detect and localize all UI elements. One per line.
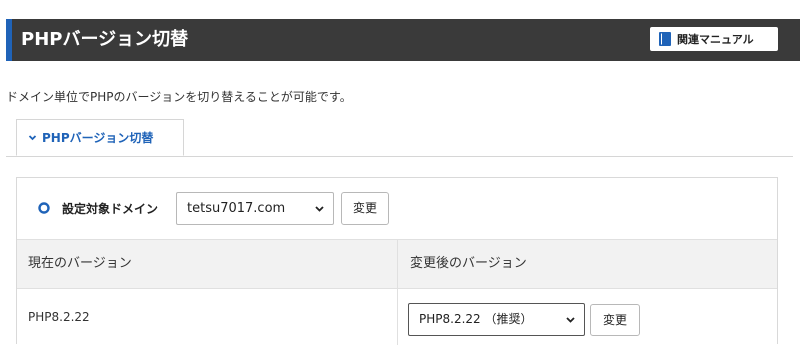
current-version-header: 現在のバージョン [28, 256, 132, 271]
related-manual-label: 関連マニュアル [677, 33, 754, 46]
chevron-down-icon [315, 206, 324, 212]
chevron-down-icon [566, 317, 575, 323]
current-version-value: PHP8.2.22 [28, 310, 90, 324]
tab-label: PHPバージョン切替 [42, 131, 154, 145]
chevron-down-icon [28, 135, 37, 141]
domain-select[interactable]: tetsu7017.com [176, 192, 334, 225]
domain-setting-row: 設定対象ドメイン tetsu7017.com 変更 [17, 178, 777, 239]
tab-divider [6, 156, 793, 157]
target-domain-label: 設定対象ドメイン [62, 202, 159, 216]
new-version-select-value: PHP8.2.22 （推奨） [419, 312, 533, 326]
php-version-panel: 設定対象ドメイン tetsu7017.com 変更 現在のバージョン 変更後のバ… [16, 177, 778, 345]
header-accent-bar [6, 19, 12, 61]
page-title: PHPバージョン切替 [21, 29, 189, 50]
book-icon [659, 32, 671, 46]
version-change-button[interactable]: 変更 [590, 304, 640, 336]
domain-select-value: tetsu7017.com [187, 201, 286, 216]
page-description: ドメイン単位でPHPのバージョンを切り替えることが可能です。 [6, 90, 352, 104]
related-manual-button[interactable]: 関連マニュアル [650, 27, 778, 51]
new-version-select[interactable]: PHP8.2.22 （推奨） [408, 303, 585, 336]
domain-change-button[interactable]: 変更 [341, 192, 389, 225]
target-domain-radio-icon [38, 202, 50, 214]
column-divider [397, 239, 398, 345]
new-version-header: 変更後のバージョン [410, 256, 527, 271]
tab-php-version-switch[interactable]: PHPバージョン切替 [16, 119, 184, 156]
